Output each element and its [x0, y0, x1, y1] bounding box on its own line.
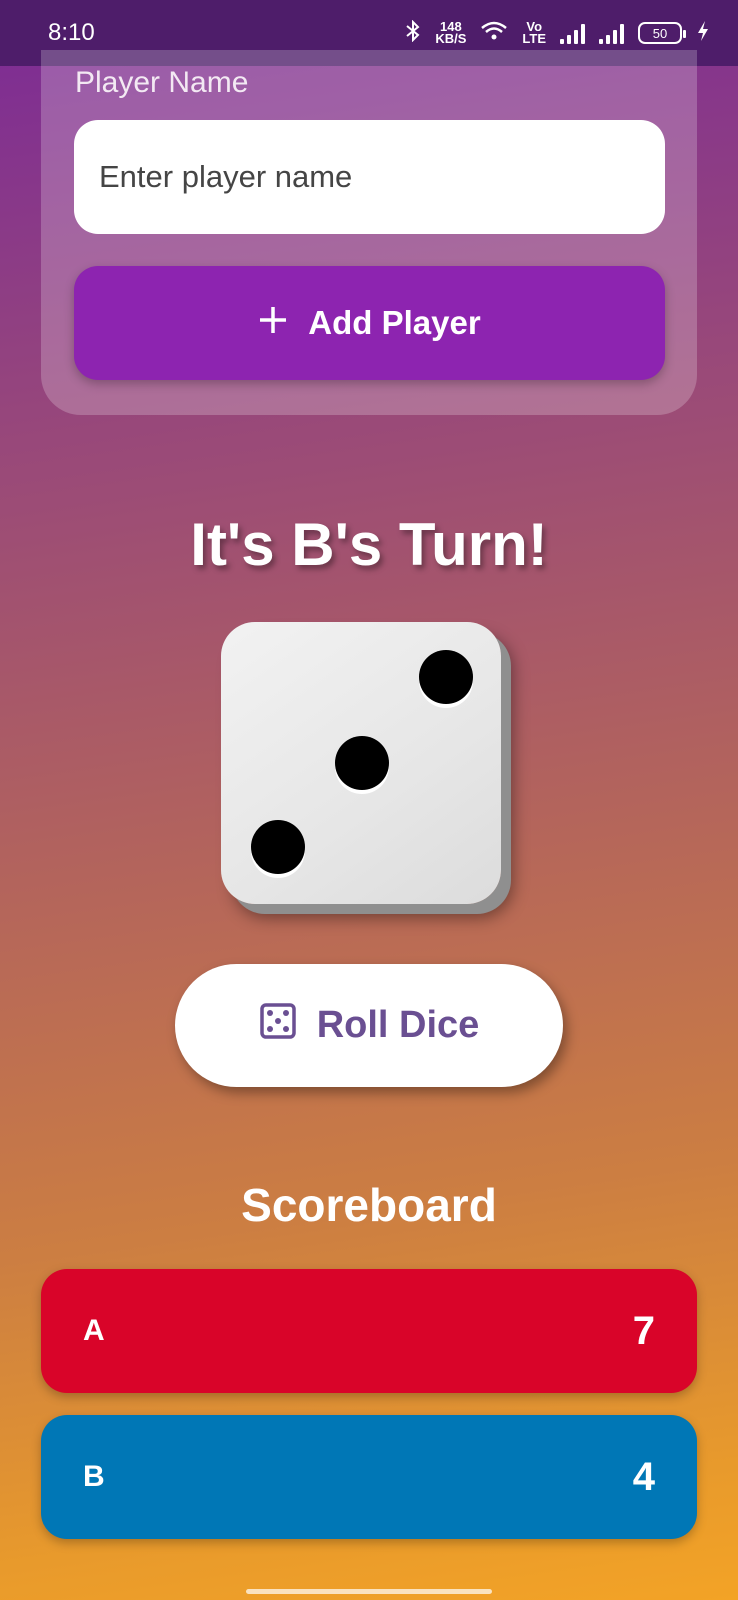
status-icons: 148 KB/S Vo LTE 50: [405, 19, 710, 47]
player-score: 7: [632, 1308, 655, 1353]
bluetooth-icon: [405, 19, 421, 47]
dice-pip: [251, 820, 305, 874]
player-name: B: [83, 1460, 105, 1493]
plus-icon: [258, 299, 288, 343]
scoreboard-title: Scoreboard: [241, 1179, 497, 1231]
player-name: A: [83, 1314, 105, 1347]
battery-icon: 50: [638, 22, 686, 44]
signal-icon: [599, 22, 624, 44]
score-row-b: B 4: [41, 1415, 697, 1539]
battery-level: 50: [652, 25, 668, 41]
add-player-card: Player Name Add Player: [41, 50, 697, 415]
score-row-a: A 7: [41, 1269, 697, 1393]
home-indicator[interactable]: [246, 1589, 492, 1594]
charging-icon: [696, 20, 710, 47]
roll-dice-button[interactable]: Roll Dice: [175, 964, 563, 1087]
player-score: 4: [632, 1454, 655, 1499]
add-player-button[interactable]: Add Player: [74, 266, 665, 380]
dice-pip: [335, 736, 389, 790]
add-player-label: Add Player: [308, 304, 481, 341]
player-name-input[interactable]: [74, 120, 665, 234]
dice-face[interactable]: [221, 622, 501, 904]
net-speed: 148 KB/S: [435, 20, 467, 46]
net-speed-unit: KB/S: [435, 31, 467, 46]
turn-indicator: It's B's Turn!: [190, 511, 548, 578]
status-time: 8:10: [48, 19, 95, 46]
roll-dice-label: Roll Dice: [316, 1004, 480, 1046]
volte-indicator: Vo LTE: [522, 20, 546, 46]
volte-bottom: LTE: [522, 31, 546, 46]
dice-icon: [259, 1002, 297, 1050]
signal-icon: [560, 22, 585, 44]
wifi-icon: [480, 20, 508, 47]
dice-pip: [419, 650, 473, 704]
player-name-label: Player Name: [75, 66, 249, 99]
